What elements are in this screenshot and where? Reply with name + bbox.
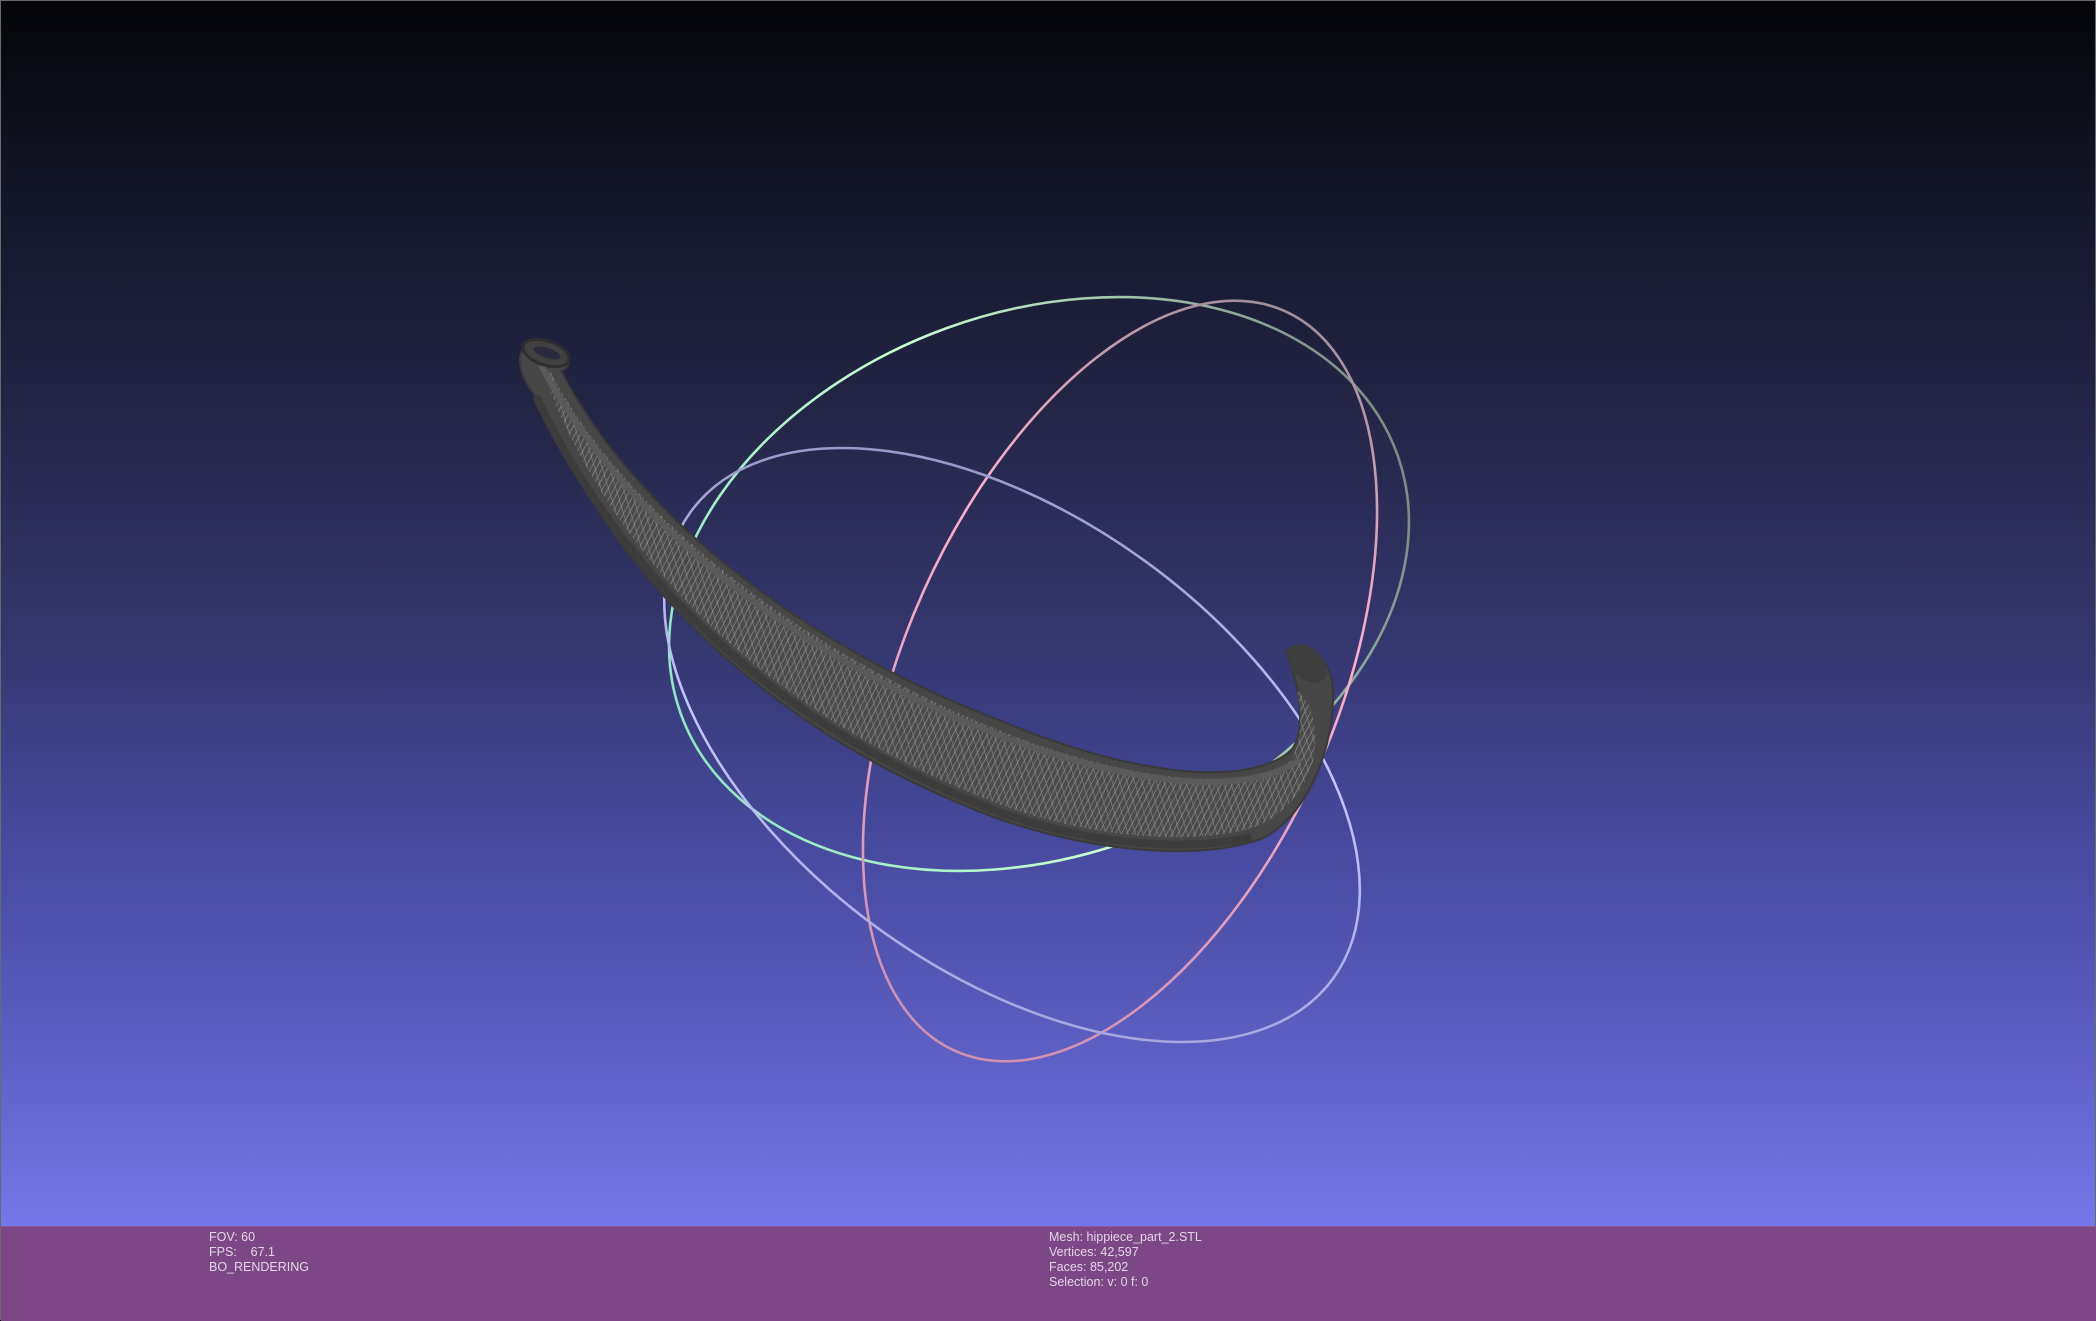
render-mode-label: BO_RENDERING	[209, 1260, 310, 1274]
fps-label: FPS: 67.1	[209, 1245, 276, 1259]
mesh-outer-shell	[518, 340, 1335, 853]
mesh-info: Mesh: hippiece_part_2.STL Vertices: 42,5…	[1049, 1230, 1202, 1290]
vertices-label: Vertices: 42,597	[1049, 1245, 1139, 1259]
3d-viewport[interactable]: FOV: 60 FPS: 67.1 BO_RENDERING Mesh: hip…	[0, 0, 2096, 1321]
mesh-tip-right	[1287, 644, 1327, 683]
render-info: FOV: 60 FPS: 67.1 BO_RENDERING	[209, 1230, 309, 1275]
mesh-name-label: Mesh: hippiece_part_2.STL	[1049, 1230, 1202, 1244]
info-bar: FOV: 60 FPS: 67.1 BO_RENDERING Mesh: hip…	[1, 1226, 2096, 1321]
trackball-gizmo[interactable]	[557, 198, 1490, 1162]
fov-label: FOV: 60	[209, 1230, 256, 1244]
selection-label: Selection: v: 0 f: 0	[1049, 1275, 1149, 1289]
mesh-model[interactable]	[518, 334, 1335, 853]
faces-label: Faces: 85,202	[1049, 1260, 1129, 1274]
scene-canvas[interactable]	[1, 1, 2096, 1226]
